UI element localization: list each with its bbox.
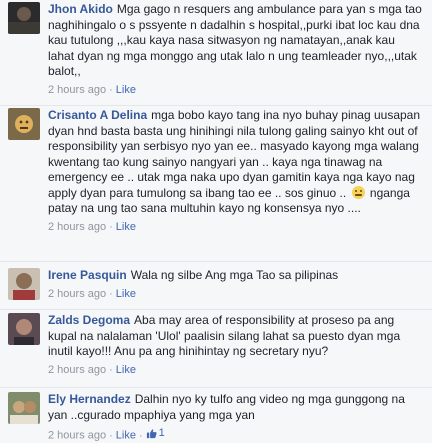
comment-text-block: Ely Hernandez Dalhin nyo ky tulfo ang vid… [48, 392, 424, 423]
like-count: 1 [158, 427, 165, 439]
comment-item: Irene Pasquin Wala ng silbe Ang mga Tao s… [0, 262, 432, 310]
avatar[interactable] [8, 313, 40, 345]
comment-meta: 2 hours ago · Like [48, 83, 136, 96]
comment-body: Zalds Degoma Aba may area of responsibili… [48, 313, 424, 377]
comment-text-block: Jhon Akido Mga gago n resquers ang ambula… [48, 2, 424, 80]
comment-meta: 2 hours ago · Like [48, 220, 136, 233]
like-count-badge[interactable]: 1 [146, 426, 165, 440]
comment-item: Zalds Degoma Aba may area of responsibili… [0, 310, 432, 388]
comment-item: Crisanto A Delina mga bobo kayo tang ina … [0, 106, 432, 262]
like-link[interactable]: Like [116, 84, 136, 96]
comment-author[interactable]: Jhon Akido [48, 2, 113, 16]
comment-item: Jhon Akido Mga gago n resquers ang ambula… [0, 0, 432, 106]
comment-timestamp[interactable]: 2 hours ago [48, 364, 106, 376]
avatar[interactable] [8, 268, 40, 300]
sad-face-icon [351, 185, 365, 199]
comment-list: Jhon Akido Mga gago n resquers ang ambula… [0, 0, 432, 443]
comment-meta: 2 hours ago · Like · 1 [48, 426, 165, 442]
avatar[interactable] [8, 392, 40, 424]
comment-text: Wala ng silbe Ang mga Tao sa pilipinas [130, 268, 339, 282]
comment-text-block: Crisanto A Delina mga bobo kayo tang ina … [48, 108, 424, 217]
like-link[interactable]: Like [116, 288, 136, 300]
comment-meta: 2 hours ago · Like [48, 287, 136, 300]
comment-meta: 2 hours ago · Like [48, 363, 136, 376]
comment-author[interactable]: Ely Hernandez [48, 392, 131, 406]
comment-body: Jhon Akido Mga gago n resquers ang ambula… [48, 2, 424, 97]
avatar[interactable] [8, 108, 40, 140]
comment-author[interactable]: Crisanto A Delina [48, 108, 147, 122]
comment-body: Irene Pasquin Wala ng silbe Ang mga Tao s… [48, 268, 424, 301]
comment-author[interactable]: Zalds Degoma [48, 313, 130, 327]
comment-timestamp[interactable]: 2 hours ago [48, 221, 106, 233]
comment-body: Ely Hernandez Dalhin nyo ky tulfo ang vid… [48, 392, 424, 443]
like-link[interactable]: Like [116, 221, 136, 233]
comment-timestamp[interactable]: 2 hours ago [48, 84, 106, 96]
comment-text-block: Irene Pasquin Wala ng silbe Ang mga Tao s… [48, 268, 424, 284]
like-link[interactable]: Like [116, 364, 136, 376]
comment-item: Ely Hernandez Dalhin nyo ky tulfo ang vid… [0, 388, 432, 443]
comment-author[interactable]: Irene Pasquin [48, 268, 127, 282]
avatar[interactable] [8, 2, 40, 34]
comment-text-block: Zalds Degoma Aba may area of responsibili… [48, 313, 424, 360]
comment-timestamp[interactable]: 2 hours ago [48, 288, 106, 300]
thumbs-up-icon [146, 428, 157, 438]
comment-body: Crisanto A Delina mga bobo kayo tang ina … [48, 108, 424, 234]
